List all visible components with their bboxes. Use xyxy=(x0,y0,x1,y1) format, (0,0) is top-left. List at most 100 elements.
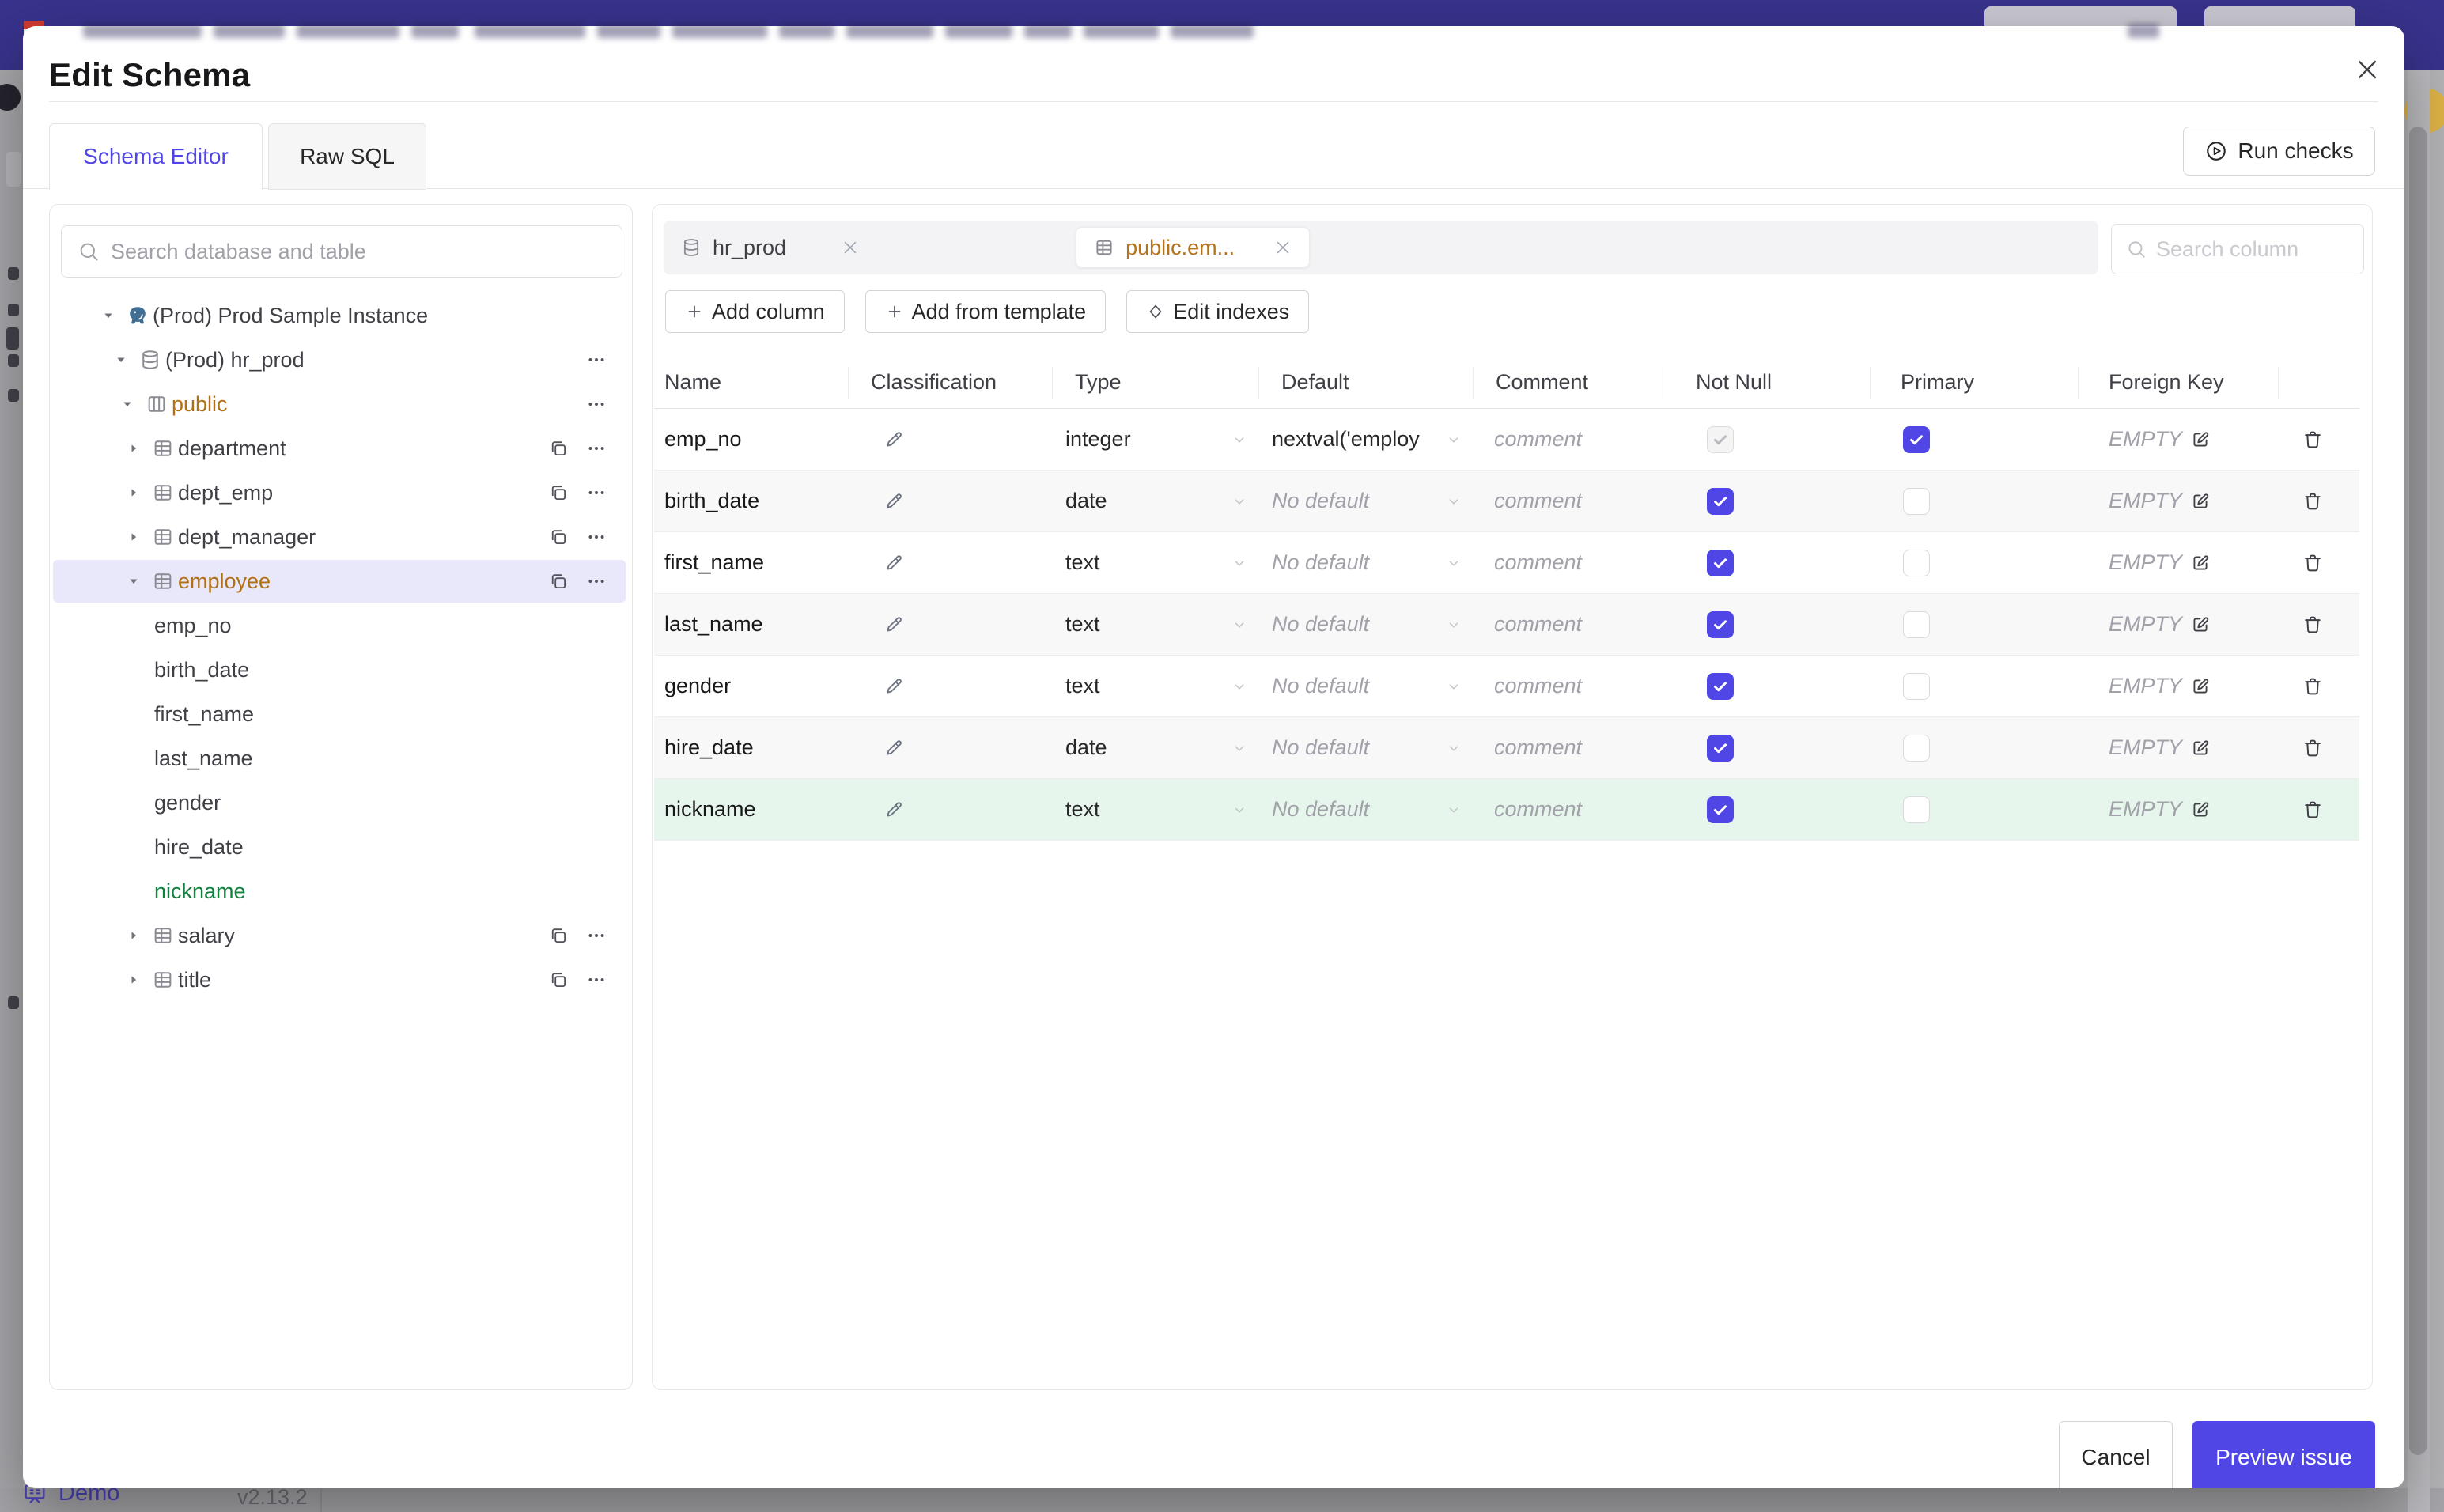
type-select[interactable]: text xyxy=(1053,612,1259,637)
trash-icon[interactable] xyxy=(2302,490,2324,512)
more-icon[interactable] xyxy=(586,970,607,990)
default-select[interactable]: No default xyxy=(1259,674,1474,698)
primary-checkbox[interactable] xyxy=(1903,487,1930,515)
page-scrollbar[interactable] xyxy=(2408,70,2430,1512)
tree-item-department[interactable]: department xyxy=(50,426,630,471)
copy-icon[interactable] xyxy=(548,438,569,459)
default-select[interactable]: No default xyxy=(1259,489,1474,513)
comment-field[interactable]: comment xyxy=(1474,550,1663,575)
column-name-field[interactable]: emp_no xyxy=(654,427,849,452)
trash-icon[interactable] xyxy=(2302,799,2324,821)
add-column-button[interactable]: Add column xyxy=(665,290,845,333)
more-icon[interactable] xyxy=(586,350,607,370)
copy-icon[interactable] xyxy=(548,970,569,990)
default-select[interactable]: No default xyxy=(1259,735,1474,760)
tree-item-first_name[interactable]: first_name xyxy=(50,692,630,736)
tab-raw-sql[interactable]: Raw SQL xyxy=(268,123,426,190)
not-null-checkbox[interactable] xyxy=(1707,610,1734,638)
not-null-checkbox[interactable] xyxy=(1707,672,1734,700)
tree-item-employee[interactable]: employee xyxy=(50,559,630,603)
type-select[interactable]: date xyxy=(1053,735,1259,760)
edit-square-icon[interactable] xyxy=(2190,491,2211,512)
object-tab-hr_prod[interactable]: hr_prod xyxy=(664,227,876,268)
column-name-field[interactable]: first_name xyxy=(654,550,849,575)
copy-icon[interactable] xyxy=(548,925,569,946)
type-select[interactable]: text xyxy=(1053,797,1259,822)
primary-checkbox[interactable] xyxy=(1903,734,1930,762)
comment-field[interactable]: comment xyxy=(1474,735,1663,760)
comment-field[interactable]: comment xyxy=(1474,797,1663,822)
not-null-checkbox[interactable] xyxy=(1707,796,1734,823)
type-select[interactable]: text xyxy=(1053,550,1259,575)
comment-field[interactable]: comment xyxy=(1474,612,1663,637)
object-tab-public-em-[interactable]: public.em... xyxy=(1076,227,1311,268)
comment-field[interactable]: comment xyxy=(1474,489,1663,513)
tree-item--prod-hr_prod[interactable]: (Prod) hr_prod xyxy=(50,338,630,382)
trash-icon[interactable] xyxy=(2302,552,2324,574)
primary-checkbox[interactable] xyxy=(1903,425,1930,453)
more-icon[interactable] xyxy=(586,438,607,459)
not-null-checkbox[interactable] xyxy=(1707,487,1734,515)
tree-item--prod-prod-sample-instance[interactable]: (Prod) Prod Sample Instance xyxy=(50,293,630,338)
primary-checkbox[interactable] xyxy=(1903,672,1930,700)
edit-square-icon[interactable] xyxy=(2190,738,2211,758)
tree-item-dept_manager[interactable]: dept_manager xyxy=(50,515,630,559)
not-null-checkbox[interactable] xyxy=(1707,549,1734,576)
tree-item-nickname[interactable]: nickname xyxy=(50,869,630,913)
edit-square-icon[interactable] xyxy=(2190,676,2211,697)
more-icon[interactable] xyxy=(586,394,607,414)
column-name-field[interactable]: birth_date xyxy=(654,489,849,513)
close-icon[interactable] xyxy=(1274,239,1292,256)
trash-icon[interactable] xyxy=(2302,737,2324,759)
column-name-field[interactable]: hire_date xyxy=(654,735,849,760)
copy-icon[interactable] xyxy=(548,482,569,503)
column-name-field[interactable]: nickname xyxy=(654,797,849,822)
pencil-icon[interactable] xyxy=(883,738,904,758)
default-select[interactable]: nextval('employ xyxy=(1259,427,1474,452)
type-select[interactable]: integer xyxy=(1053,427,1259,452)
caret-right-icon[interactable] xyxy=(119,928,148,943)
more-icon[interactable] xyxy=(586,925,607,946)
close-icon[interactable] xyxy=(842,239,859,256)
copy-icon[interactable] xyxy=(548,527,569,547)
default-select[interactable]: No default xyxy=(1259,612,1474,637)
primary-checkbox[interactable] xyxy=(1903,549,1930,576)
database-search-input[interactable] xyxy=(111,239,622,264)
pencil-icon[interactable] xyxy=(883,676,904,697)
comment-field[interactable]: comment xyxy=(1474,674,1663,698)
tree-item-dept_emp[interactable]: dept_emp xyxy=(50,471,630,515)
tree-item-birth_date[interactable]: birth_date xyxy=(50,648,630,692)
tree-item-salary[interactable]: salary xyxy=(50,913,630,958)
pencil-icon[interactable] xyxy=(883,553,904,573)
more-icon[interactable] xyxy=(586,571,607,592)
primary-checkbox[interactable] xyxy=(1903,796,1930,823)
more-icon[interactable] xyxy=(586,527,607,547)
cancel-button[interactable]: Cancel xyxy=(2059,1421,2173,1488)
edit-square-icon[interactable] xyxy=(2190,429,2211,450)
close-icon[interactable] xyxy=(2354,56,2381,83)
page-scrollbar-thumb[interactable] xyxy=(2409,127,2427,1455)
column-search-input[interactable] xyxy=(2156,236,2322,262)
type-select[interactable]: text xyxy=(1053,674,1259,698)
not-null-checkbox[interactable] xyxy=(1707,734,1734,762)
pencil-icon[interactable] xyxy=(883,491,904,512)
tree-item-public[interactable]: public xyxy=(50,382,630,426)
caret-right-icon[interactable] xyxy=(119,485,148,501)
pencil-icon[interactable] xyxy=(883,799,904,820)
caret-right-icon[interactable] xyxy=(119,972,148,988)
column-name-field[interactable]: last_name xyxy=(654,612,849,637)
tab-schema-editor[interactable]: Schema Editor xyxy=(49,123,263,190)
add-from-template-button[interactable]: Add from template xyxy=(864,290,1107,333)
caret-down-icon[interactable] xyxy=(107,352,135,368)
default-select[interactable]: No default xyxy=(1259,550,1474,575)
preview-issue-button[interactable]: Preview issue xyxy=(2192,1421,2375,1488)
more-icon[interactable] xyxy=(586,482,607,503)
pencil-icon[interactable] xyxy=(883,614,904,635)
comment-field[interactable]: comment xyxy=(1474,427,1663,452)
edit-indexes-button[interactable]: Edit indexes xyxy=(1126,290,1310,333)
caret-right-icon[interactable] xyxy=(119,440,148,456)
type-select[interactable]: date xyxy=(1053,489,1259,513)
column-name-field[interactable]: gender xyxy=(654,674,849,698)
primary-checkbox[interactable] xyxy=(1903,610,1930,638)
edit-square-icon[interactable] xyxy=(2190,553,2211,573)
